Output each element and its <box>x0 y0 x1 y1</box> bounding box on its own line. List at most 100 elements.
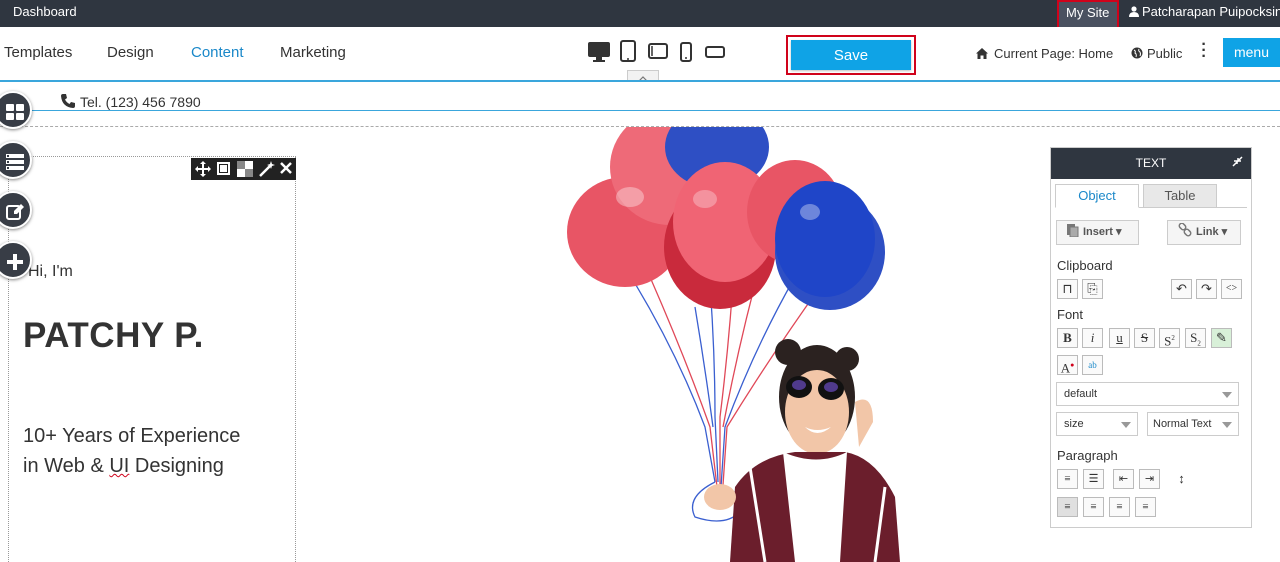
underline-icon[interactable]: u <box>1109 328 1130 348</box>
my-site-button[interactable]: My Site <box>1057 0 1119 30</box>
app-root: Dashboard My Site Patcharapan Puipocksin… <box>0 0 1280 562</box>
paragraph-label: Paragraph <box>1057 448 1118 463</box>
grid-icon <box>6 104 24 120</box>
tab-table[interactable]: Table <box>1143 184 1217 208</box>
editor-toolbar: Templates Design Content Marketing Save … <box>0 27 1280 82</box>
intro-text[interactable]: Hi, I'm <box>28 263 73 281</box>
insert-icon <box>1067 224 1079 238</box>
desktop-icon[interactable] <box>588 42 610 62</box>
current-page-selector[interactable]: Current Page: Home <box>976 46 1113 61</box>
text-style-select[interactable]: Normal Text <box>1147 412 1239 436</box>
font-family-value: default <box>1064 388 1098 400</box>
current-page-label: Current Page: Home <box>994 46 1114 61</box>
layout-button[interactable] <box>0 91 32 129</box>
font-label: Font <box>1057 307 1084 322</box>
paste-special-icon[interactable]: ⎘ <box>1082 279 1103 299</box>
paste-icon[interactable]: ⊓ <box>1057 279 1078 299</box>
edit-icon <box>6 204 24 220</box>
bullet-list-icon[interactable]: ☰ <box>1083 469 1104 489</box>
panel-title: TEXT <box>1135 156 1167 170</box>
save-button[interactable]: Save <box>791 40 911 70</box>
align-right-icon[interactable]: ≡ <box>1109 497 1130 517</box>
link-label: Link <box>1196 226 1219 238</box>
more-options-icon[interactable]: · · · <box>1199 37 1209 65</box>
text-properties-panel: TEXT Object Table Insert ▾ Link ▾ Clipbo… <box>1050 147 1252 528</box>
experience-text[interactable]: 10+ Years of Experience in Web & UI Desi… <box>23 421 240 481</box>
dashboard-link[interactable]: Dashboard <box>13 4 77 19</box>
experience-line-1: 10+ Years of Experience <box>23 425 241 447</box>
background-icon[interactable] <box>237 161 253 182</box>
chevron-up-icon <box>638 76 648 82</box>
public-label: Public <box>1147 46 1183 61</box>
magic-wand-icon[interactable] <box>259 161 275 182</box>
tab-templates[interactable]: Templates <box>4 44 72 61</box>
tablet-portrait-icon[interactable] <box>620 40 636 62</box>
save-highlight: Save <box>786 35 916 75</box>
undo-icon[interactable]: ↶ <box>1171 279 1192 299</box>
experience-line-2-suffix: Designing <box>129 455 224 477</box>
indent-icon[interactable]: ⇥ <box>1139 469 1160 489</box>
tablet-landscape-icon[interactable] <box>648 43 668 59</box>
select-block-icon[interactable] <box>216 161 232 182</box>
mobile-landscape-icon[interactable] <box>705 46 725 58</box>
home-icon <box>976 48 988 59</box>
font-family-select[interactable]: default <box>1056 382 1239 406</box>
panel-tabs: Object Table <box>1055 184 1247 208</box>
user-menu[interactable]: Patcharapan Puipocksin <box>1129 4 1280 19</box>
italic-icon[interactable]: i <box>1082 328 1103 348</box>
menu-button[interactable]: menu <box>1223 38 1280 67</box>
publish-status[interactable]: Public <box>1131 46 1182 61</box>
insert-dropdown[interactable]: Insert ▾ <box>1056 220 1139 245</box>
user-name: Patcharapan Puipocksin <box>1142 4 1280 19</box>
phone-icon <box>61 94 75 108</box>
balloons <box>567 127 885 310</box>
subscript-icon[interactable]: S2 <box>1185 328 1206 348</box>
outdent-icon[interactable]: ⇤ <box>1113 469 1134 489</box>
numbered-list-icon[interactable]: ≡ <box>1057 469 1078 489</box>
toolbar-divider <box>0 80 1280 82</box>
font-size-select[interactable]: size <box>1056 412 1138 436</box>
phone-text[interactable]: Tel. (123) 456 7890 <box>60 93 201 110</box>
block-toolbar <box>191 158 296 180</box>
header-section-border <box>0 110 1280 111</box>
spellcheck-word: UI <box>109 455 130 477</box>
minimize-panel-icon[interactable] <box>1232 148 1243 179</box>
superscript-icon[interactable]: S2 <box>1159 328 1180 348</box>
justify-icon[interactable]: ≡ <box>1135 497 1156 517</box>
chevron-down-icon <box>1222 422 1232 428</box>
list-icon <box>6 154 24 170</box>
font-size-value: size <box>1064 418 1084 430</box>
text-block[interactable] <box>8 156 296 562</box>
text-style-value: Normal Text <box>1153 418 1212 430</box>
headline-name[interactable]: PATCHY P. <box>23 316 204 356</box>
move-icon[interactable] <box>195 161 211 182</box>
top-bar: Dashboard My Site Patcharapan Puipocksin <box>0 0 1280 30</box>
text-background-icon[interactable]: ab <box>1082 355 1103 375</box>
redo-icon[interactable]: ↷ <box>1196 279 1217 299</box>
tab-marketing[interactable]: Marketing <box>280 44 346 61</box>
clear-format-icon[interactable]: ✎ <box>1211 328 1232 348</box>
chevron-down-icon <box>1121 422 1131 428</box>
panel-header: TEXT <box>1051 148 1251 179</box>
link-icon <box>1178 222 1192 237</box>
clipboard-label: Clipboard <box>1057 258 1113 273</box>
tab-design[interactable]: Design <box>107 44 154 61</box>
experience-line-2-prefix: in Web & <box>23 455 110 477</box>
globe-icon <box>1131 47 1143 59</box>
link-dropdown[interactable]: Link ▾ <box>1167 220 1241 245</box>
strikethrough-icon[interactable]: S <box>1134 328 1155 348</box>
chevron-down-icon <box>1222 392 1232 398</box>
align-center-icon[interactable]: ≡ <box>1083 497 1104 517</box>
line-height-icon[interactable]: ↕ <box>1171 469 1192 489</box>
hero-image[interactable] <box>555 127 900 562</box>
mobile-portrait-icon[interactable] <box>680 42 692 62</box>
source-code-icon[interactable]: <> <box>1221 279 1242 299</box>
user-icon <box>1129 6 1139 17</box>
bold-icon[interactable]: B <box>1057 328 1078 348</box>
tab-content[interactable]: Content <box>191 44 244 61</box>
insert-label: Insert <box>1083 226 1113 238</box>
align-left-icon[interactable]: ≡ <box>1057 497 1078 517</box>
tab-object[interactable]: Object <box>1055 184 1139 208</box>
close-icon[interactable] <box>279 161 293 180</box>
font-color-icon[interactable]: A● <box>1057 355 1078 375</box>
